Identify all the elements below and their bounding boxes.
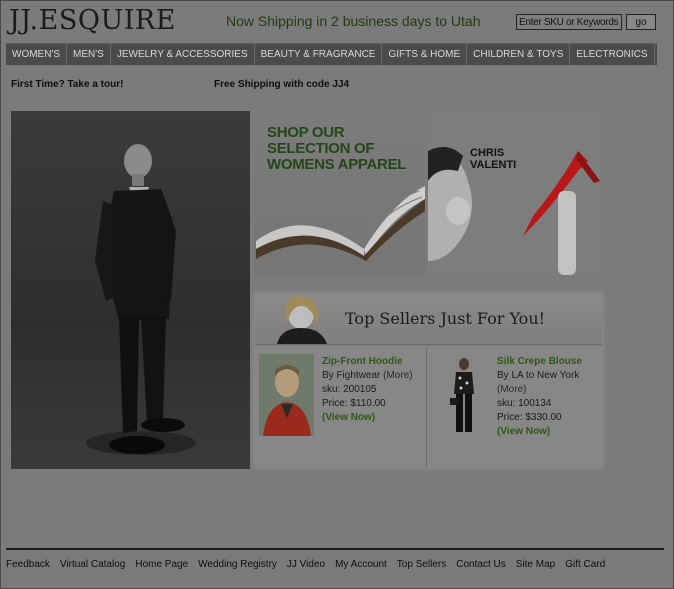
top-sellers-title: Top Sellers Just For You! xyxy=(345,309,546,328)
product-sku: sku: 200105 xyxy=(322,384,377,395)
hero-banner-menswear[interactable] xyxy=(11,111,250,469)
column-divider xyxy=(426,347,427,467)
womens-apparel-banner[interactable]: SHOP OUR SELECTION OF WOMENS APPAREL xyxy=(254,111,425,275)
product-price: sku: 100134 xyxy=(497,398,552,409)
view-now-link[interactable]: (View Now) xyxy=(322,411,413,425)
product-card: Silk Crepe Blouse By LA to New York (Mor… xyxy=(430,352,600,462)
nav-item-womens[interactable]: WOMEN'S xyxy=(6,44,68,65)
main-nav: WOMEN'S MEN'S JEWELRY & ACCESSORIES BEAU… xyxy=(6,43,657,65)
go-button[interactable]: go xyxy=(626,14,656,30)
top-sellers-header: Top Sellers Just For You! xyxy=(255,294,602,346)
footer-link-virtual-catalog[interactable]: Virtual Catalog xyxy=(60,559,125,570)
view-now-link[interactable]: (View Now) xyxy=(497,425,582,439)
nav-item-jewelry[interactable]: JEWELRY & ACCESSORIES xyxy=(111,44,255,65)
footer-link-home-page[interactable]: Home Page xyxy=(135,559,188,570)
nav-item-electronics[interactable]: ELECTRONICS xyxy=(570,44,655,65)
shipping-message: Now Shipping in 2 business days to Utah xyxy=(226,13,481,29)
brand-name: Fightwear xyxy=(336,370,381,381)
product-info: Silk Crepe Blouse By LA to New York (Mor… xyxy=(497,355,582,439)
nav-item-mens[interactable]: MEN'S xyxy=(67,44,111,65)
top-sellers-panel: Top Sellers Just For You! Zip-Front Hood… xyxy=(255,294,602,467)
free-shipping-promo: Free Shipping with code JJ4 xyxy=(214,79,350,90)
footer-link-gift-card[interactable]: Gift Card xyxy=(565,559,605,570)
footer-divider xyxy=(6,548,664,550)
header-divider xyxy=(255,344,602,345)
footer-link-jj-video[interactable]: JJ Video xyxy=(287,559,325,570)
product-name-link[interactable]: Silk Crepe Blouse xyxy=(497,355,582,369)
product-thumbnail[interactable] xyxy=(434,354,489,436)
footer-link-site-map[interactable]: Site Map xyxy=(516,559,555,570)
nav-item-gifts[interactable]: GIFTS & HOME xyxy=(382,44,468,65)
tour-link[interactable]: First Time? Take a tour! xyxy=(11,79,123,90)
footer-link-feedback[interactable]: Feedback xyxy=(6,559,50,570)
by-prefix: By xyxy=(497,370,512,381)
by-prefix: By xyxy=(322,370,337,381)
product-price: Price: $330.00 xyxy=(497,412,562,423)
more-link[interactable]: (More) xyxy=(497,383,582,397)
product-thumbnail[interactable] xyxy=(259,354,314,436)
product-card: Zip-Front Hoodie By Fightwear (More) sku… xyxy=(255,352,425,462)
product-info: Zip-Front Hoodie By Fightwear (More) sku… xyxy=(322,355,413,425)
search-input[interactable] xyxy=(516,14,622,30)
designer-banner[interactable]: CHRIS VALENTI xyxy=(428,111,600,275)
open-book-image xyxy=(256,186,425,261)
brand-name: LA to New York xyxy=(511,370,580,381)
footer-links: Feedback Virtual Catalog Home Page Weddi… xyxy=(6,559,615,570)
product-price: Price: $110.00 xyxy=(322,398,386,409)
blouse-photo xyxy=(434,354,489,436)
woman-with-shoe-image xyxy=(428,147,600,275)
man-in-suit-image xyxy=(86,144,196,455)
designer-line-1: CHRIS xyxy=(470,147,505,159)
page-frame: JJ.ESQUIRE Now Shipping in 2 business da… xyxy=(0,0,674,589)
designer-name: CHRIS VALENTI xyxy=(470,147,516,171)
more-link[interactable]: (More) xyxy=(383,370,412,381)
nav-item-children[interactable]: CHILDREN & TOYS xyxy=(467,44,571,65)
site-logo[interactable]: JJ.ESQUIRE xyxy=(9,5,176,36)
woman-portrait-image xyxy=(277,295,327,344)
product-name-link[interactable]: Zip-Front Hoodie xyxy=(322,355,413,369)
logo-text[interactable]: JJ.ESQUIRE xyxy=(9,5,176,36)
designer-line-2: VALENTI xyxy=(470,159,517,171)
footer-link-top-sellers[interactable]: Top Sellers xyxy=(397,559,446,570)
nav-item-beauty[interactable]: BEAUTY & FRAGRANCE xyxy=(255,44,383,65)
footer-link-contact-us[interactable]: Contact Us xyxy=(456,559,505,570)
footer-link-wedding-registry[interactable]: Wedding Registry xyxy=(198,559,277,570)
hoodie-photo xyxy=(259,354,314,436)
product-brand-line: By Fightwear (More) xyxy=(322,369,413,383)
product-brand-line: By LA to New York xyxy=(497,369,582,383)
footer-link-my-account[interactable]: My Account xyxy=(335,559,387,570)
